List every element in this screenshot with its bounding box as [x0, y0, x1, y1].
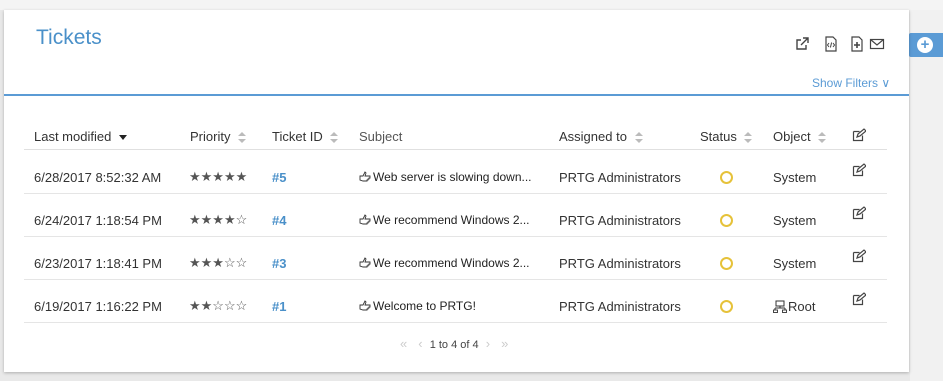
- sort-both-icon: [744, 132, 753, 144]
- group-icon: [773, 300, 787, 313]
- right-sidebar-edge: [910, 10, 943, 381]
- ticket-id-link[interactable]: #5: [272, 170, 286, 185]
- priority-stars: ★★★★☆: [189, 212, 248, 227]
- subject-link[interactable]: We recommend Windows 2...: [359, 213, 530, 227]
- pointing-hand-icon: [359, 171, 371, 182]
- cell-assigned-to: PRTG Administrators: [559, 299, 681, 314]
- next-page-button[interactable]: ›: [486, 336, 490, 351]
- edit-icon[interactable]: [852, 249, 866, 263]
- cell-assigned-to: PRTG Administrators: [559, 213, 681, 228]
- ticket-id-link[interactable]: #1: [272, 299, 286, 314]
- sort-desc-icon: [118, 134, 127, 141]
- ticket-id-link[interactable]: #4: [272, 213, 286, 228]
- col-object[interactable]: Object: [773, 129, 827, 144]
- first-page-button[interactable]: «: [400, 336, 407, 351]
- plus-icon: +: [917, 37, 933, 53]
- cell-object[interactable]: System: [773, 170, 816, 185]
- subject-link[interactable]: Web server is slowing down...: [359, 170, 532, 184]
- tickets-panel: Tickets Show Filters ∨ Last modified Pri…: [4, 10, 909, 372]
- cell-last-modified: 6/24/2017 1:18:54 PM: [34, 213, 162, 228]
- cell-last-modified: 6/28/2017 8:52:32 AM: [34, 170, 162, 185]
- sort-both-icon: [330, 132, 339, 144]
- cell-last-modified: 6/19/2017 1:16:22 PM: [34, 299, 162, 314]
- priority-stars: ★★★☆☆: [189, 255, 248, 270]
- cell-assigned-to: PRTG Administrators: [559, 256, 681, 271]
- priority-stars: ★★★★★: [189, 169, 248, 184]
- subject-link[interactable]: Welcome to PRTG!: [359, 299, 476, 313]
- sort-both-icon: [818, 132, 827, 144]
- cell-last-modified: 6/23/2017 1:18:41 PM: [34, 256, 162, 271]
- col-subject: Subject: [359, 129, 403, 144]
- pagination-text: 1 to 4 of 4: [429, 339, 479, 351]
- col-priority[interactable]: Priority: [190, 129, 247, 144]
- edit-icon[interactable]: [852, 206, 866, 220]
- sort-both-icon: [634, 132, 643, 144]
- priority-stars: ★★☆☆☆: [189, 298, 248, 313]
- col-ticket-id[interactable]: Ticket ID: [272, 129, 339, 144]
- add-button[interactable]: +: [909, 33, 943, 57]
- col-last-modified[interactable]: Last modified: [34, 129, 127, 144]
- code-file-icon[interactable]: [823, 36, 839, 52]
- cell-object[interactable]: Root: [773, 299, 815, 314]
- edit-icon[interactable]: [852, 292, 866, 306]
- pointing-hand-icon: [359, 257, 371, 268]
- edit-all-icon[interactable]: [852, 128, 866, 142]
- edit-icon[interactable]: [852, 163, 866, 177]
- show-filters-link[interactable]: Show Filters ∨: [812, 76, 890, 90]
- table-row[interactable]: 6/28/2017 8:52:32 AM ★★★★★ #5 Web server…: [24, 150, 887, 194]
- last-page-button[interactable]: »: [501, 336, 508, 351]
- mail-icon[interactable]: [869, 36, 885, 52]
- status-open-icon: [720, 214, 733, 227]
- background-strip: [0, 0, 943, 10]
- status-open-icon: [720, 300, 733, 313]
- col-status[interactable]: Status: [700, 129, 753, 144]
- prev-page-button[interactable]: ‹: [418, 336, 422, 351]
- panel-title: Tickets: [36, 26, 102, 49]
- cell-assigned-to: PRTG Administrators: [559, 170, 681, 185]
- col-assigned-to[interactable]: Assigned to: [559, 129, 643, 144]
- table-row[interactable]: 6/24/2017 1:18:54 PM ★★★★☆ #4 We recomme…: [24, 193, 887, 237]
- sort-both-icon: [238, 132, 247, 144]
- table-row[interactable]: 6/19/2017 1:16:22 PM ★★☆☆☆ #1 Welcome to…: [24, 279, 887, 323]
- external-link-icon[interactable]: [794, 36, 810, 52]
- subject-link[interactable]: We recommend Windows 2...: [359, 256, 530, 270]
- pagination: « ‹ 1 to 4 of 4 › »: [396, 336, 512, 351]
- ticket-id-link[interactable]: #3: [272, 256, 286, 271]
- table-row[interactable]: 6/23/2017 1:18:41 PM ★★★☆☆ #3 We recomme…: [24, 236, 887, 280]
- pointing-hand-icon: [359, 300, 371, 311]
- cell-object[interactable]: System: [773, 213, 816, 228]
- header-divider: [4, 94, 909, 96]
- new-document-icon[interactable]: [849, 36, 865, 52]
- cell-object[interactable]: System: [773, 256, 816, 271]
- pointing-hand-icon: [359, 214, 371, 225]
- status-open-icon: [720, 257, 733, 270]
- status-open-icon: [720, 171, 733, 184]
